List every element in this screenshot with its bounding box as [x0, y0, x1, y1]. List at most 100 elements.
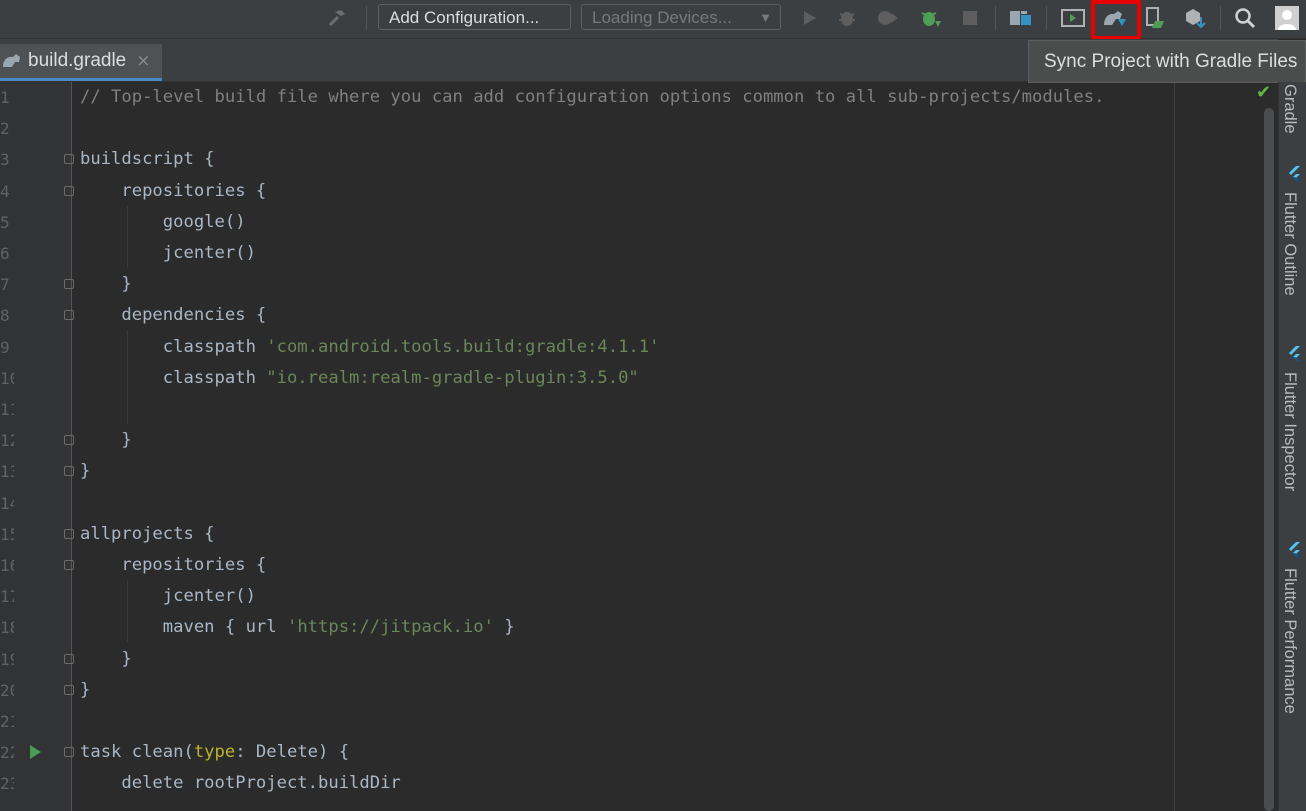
code-segment: buildscript {: [80, 149, 215, 170]
apply-changes-icon[interactable]: [918, 7, 944, 29]
line-number: 11: [0, 400, 14, 419]
line-number: 21: [0, 712, 14, 731]
fold-marker-icon: [64, 435, 74, 446]
debug-icon[interactable]: [836, 7, 858, 29]
chevron-down-icon: ▼: [759, 10, 772, 25]
code-line: 12 }: [0, 425, 1262, 456]
code-text: buildscript {: [80, 144, 215, 175]
code-text: }: [80, 675, 90, 706]
fold-marker-icon: [64, 185, 74, 196]
fold-marker-icon: [64, 279, 74, 290]
line-number: 9: [0, 337, 10, 357]
code-segment: }: [80, 679, 91, 700]
code-segment: task clean(: [80, 742, 194, 763]
code-line: 6 jcenter(): [0, 238, 1262, 269]
close-icon[interactable]: ×: [136, 51, 150, 71]
string-literal: 'https://jitpack.io': [286, 617, 494, 638]
named-parameter: type: [193, 742, 236, 763]
flutter-icon: [1287, 346, 1301, 362]
add-configuration-button[interactable]: Add Configuration...: [378, 4, 571, 30]
flutter-icon: [1287, 542, 1301, 558]
device-selector[interactable]: Loading Devices... ▼: [581, 4, 781, 30]
line-number: 18: [0, 618, 14, 638]
code-line: 14: [0, 488, 1262, 519]
stop-icon[interactable]: [960, 7, 980, 29]
line-number: 12: [0, 431, 14, 451]
code-text: repositories {: [80, 550, 266, 581]
code-line: 20}: [0, 675, 1262, 706]
code-line: 5 google(): [0, 207, 1262, 238]
tool-tab-flutter-outline[interactable]: Flutter Outline: [1280, 192, 1299, 296]
scrollbar-thumb[interactable]: [1264, 108, 1274, 811]
code-segment: }: [80, 430, 132, 451]
code-segment: maven { url: [80, 617, 287, 638]
tool-tab-gradle[interactable]: Gradle: [1280, 84, 1299, 134]
code-line: 19 }: [0, 644, 1262, 675]
device-file-icon[interactable]: [1143, 7, 1167, 29]
line-number: 14: [0, 493, 14, 513]
profile-icon[interactable]: [876, 7, 900, 29]
line-number: 5: [0, 212, 10, 232]
line-number: 22: [0, 743, 14, 763]
tab-build-gradle[interactable]: build.gradle ×: [0, 44, 162, 81]
code-text: delete rootProject.buildDir: [80, 768, 401, 799]
code-segment: classpath: [80, 336, 267, 357]
search-icon[interactable]: [1233, 7, 1257, 29]
code-text: jcenter(): [80, 238, 256, 269]
code-text: classpath "io.realm:realm-gradle-plugin:…: [80, 363, 639, 394]
code-segment: allprojects {: [80, 523, 215, 544]
fold-marker-icon: [64, 528, 74, 539]
string-literal: "io.realm:realm-gradle-plugin:3.5.0": [266, 367, 639, 388]
sync-gradle-highlight-box: [1091, 0, 1141, 40]
line-number: 17: [0, 587, 14, 607]
account-icon[interactable]: [1274, 6, 1300, 30]
sdk-manager-icon[interactable]: [1182, 7, 1208, 29]
tab-label: build.gradle: [28, 50, 127, 71]
code-segment: }: [80, 648, 132, 669]
string-literal: 'com.android.tools.build:gradle:4.1.1': [266, 336, 660, 357]
line-number: 8: [0, 306, 10, 326]
code-line: 10 classpath "io.realm:realm-gradle-plug…: [0, 363, 1262, 394]
tool-tab-flutter-performance[interactable]: Flutter Performance: [1280, 568, 1299, 714]
toolbar-separator: [995, 6, 996, 30]
code-line: 7 }: [0, 269, 1262, 300]
code-segment: }: [80, 461, 91, 482]
line-number: 13: [0, 462, 14, 482]
gradle-elephant-icon: [2, 53, 22, 69]
code-text: // Top-level build file where you can ad…: [80, 82, 1104, 113]
avd-manager-icon[interactable]: [1060, 7, 1086, 29]
code-line: 21: [0, 706, 1262, 737]
line-number: 2: [0, 119, 10, 139]
code-line: 18 maven { url 'https://jitpack.io' }: [0, 612, 1262, 643]
project-structure-icon[interactable]: [1008, 7, 1034, 29]
hammer-icon[interactable]: [324, 7, 350, 29]
code-line: 11: [0, 394, 1262, 425]
fold-marker-icon: [64, 653, 74, 664]
code-segment: }: [493, 617, 515, 638]
code-line: 9 classpath 'com.android.tools.build:gra…: [0, 332, 1262, 363]
line-number: 23: [0, 774, 14, 794]
code-line: 3 buildscript {: [0, 144, 1262, 175]
code-text: google(): [80, 207, 246, 238]
run-icon[interactable]: [798, 7, 820, 29]
tool-tab-flutter-inspector[interactable]: Flutter Inspector: [1280, 372, 1299, 491]
code-line: 4 repositories {: [0, 176, 1262, 207]
line-number: 1: [0, 88, 10, 107]
code-line: 22 task clean(type: Delete) {: [0, 737, 1262, 768]
code-line: 1 // Top-level build file where you can a…: [0, 82, 1262, 113]
code-segment: // Top-level build file where you can ad…: [80, 87, 1105, 107]
toolbar-separator: [1220, 6, 1221, 30]
code-segment: jcenter(): [80, 586, 256, 607]
device-selector-label: Loading Devices...: [592, 8, 732, 27]
line-number: 6: [0, 244, 10, 263]
line-number: 7: [0, 275, 10, 295]
code-segment: jcenter(): [80, 243, 256, 263]
fold-marker-icon: [64, 684, 74, 695]
code-line: 13}: [0, 456, 1262, 487]
code-segment: repositories {: [80, 555, 267, 575]
toolbar-separator: [366, 6, 367, 30]
line-number: 16: [0, 556, 14, 575]
code-text: }: [80, 456, 90, 487]
code-segment: delete rootProject.buildDir: [80, 773, 401, 794]
code-line: 8 dependencies {: [0, 300, 1262, 331]
